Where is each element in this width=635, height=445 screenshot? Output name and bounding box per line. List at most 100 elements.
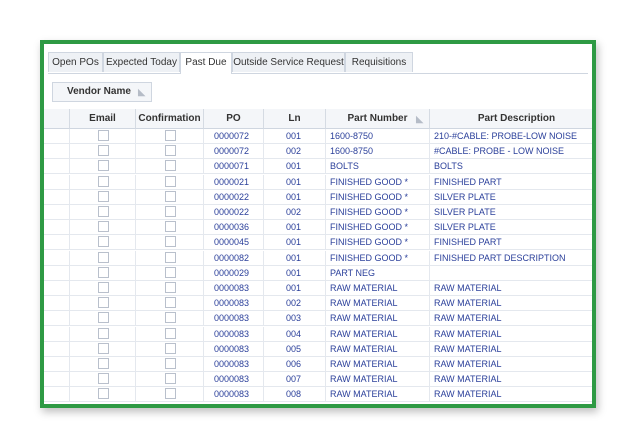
email-checkbox[interactable] <box>97 282 109 293</box>
tab-outside-service-request[interactable]: Outside Service Request <box>232 52 345 72</box>
row-indicator[interactable] <box>44 250 70 266</box>
table-row[interactable]: 0000029 001 PART NEG <box>44 265 592 281</box>
column-header-part-description[interactable]: Part Description <box>430 109 592 129</box>
po-cell[interactable]: 0000083 <box>204 372 264 388</box>
po-cell[interactable]: 0000083 <box>204 326 264 342</box>
row-indicator[interactable] <box>44 144 70 160</box>
po-cell[interactable]: 0000083 <box>204 311 264 327</box>
ln-cell[interactable]: 001 <box>264 174 326 190</box>
email-checkbox[interactable] <box>97 251 109 263</box>
email-checkbox[interactable] <box>97 221 109 233</box>
po-cell[interactable]: 0000072 <box>204 129 264 144</box>
ln-cell[interactable]: 002 <box>264 205 326 220</box>
ln-cell[interactable]: 002 <box>264 296 326 312</box>
confirmation-checkbox[interactable] <box>164 266 176 278</box>
ln-cell[interactable]: 008 <box>264 387 326 403</box>
po-cell[interactable]: 0000083 <box>204 341 264 357</box>
description-cell[interactable]: FINISHED PART <box>430 175 592 190</box>
table-row[interactable]: 0000021 001 FINISHED GOOD * FINISHED PART <box>44 174 592 190</box>
table-row[interactable]: 0000072 002 1600-8750 #CABLE: PROBE - LOW N… <box>44 144 592 160</box>
confirmation-checkbox[interactable] <box>164 221 176 233</box>
confirmation-checkbox[interactable] <box>164 236 176 248</box>
ln-cell[interactable]: 002 <box>264 144 326 160</box>
vendor-name-group-chip[interactable]: Vendor Name ◣ <box>52 82 152 102</box>
email-checkbox[interactable] <box>97 312 109 324</box>
column-header-confirmation[interactable]: Confirmation <box>136 109 204 129</box>
email-checkbox[interactable] <box>97 145 109 157</box>
row-indicator[interactable] <box>44 372 70 388</box>
part-number-cell[interactable]: 1600-8750 <box>326 129 430 144</box>
description-cell[interactable]: RAW MATERIAL <box>430 281 592 296</box>
ln-cell[interactable]: 001 <box>264 265 326 281</box>
email-checkbox[interactable] <box>97 342 109 354</box>
description-cell[interactable]: RAW MATERIAL <box>430 387 592 402</box>
po-cell[interactable]: 0000036 <box>204 220 264 236</box>
description-cell[interactable]: SILVER PLATE <box>430 205 592 220</box>
part-number-cell[interactable]: FINISHED GOOD * <box>326 189 430 205</box>
row-indicator[interactable] <box>44 296 70 312</box>
ln-cell[interactable]: 001 <box>264 235 326 251</box>
confirmation-checkbox[interactable] <box>164 145 176 157</box>
confirmation-checkbox[interactable] <box>164 358 176 369</box>
confirmation-checkbox[interactable] <box>164 190 176 202</box>
description-cell[interactable]: BOLTS <box>430 159 592 174</box>
row-indicator[interactable] <box>44 174 70 190</box>
table-row[interactable]: 0000083 008 RAW MATERIAL RAW MATERIAL <box>44 387 592 403</box>
confirmation-checkbox[interactable] <box>164 312 176 324</box>
email-checkbox[interactable] <box>97 160 109 172</box>
description-cell[interactable]: RAW MATERIAL <box>430 342 592 357</box>
po-cell[interactable]: 0000045 <box>204 235 264 251</box>
part-number-cell[interactable]: RAW MATERIAL <box>326 387 430 403</box>
row-indicator[interactable] <box>44 281 70 296</box>
part-number-cell[interactable]: RAW MATERIAL <box>326 311 430 327</box>
table-row[interactable]: 0000083 006 RAW MATERIAL RAW MATERIAL <box>44 357 592 372</box>
email-checkbox[interactable] <box>97 373 109 385</box>
table-row[interactable]: 0000083 002 RAW MATERIAL RAW MATERIAL <box>44 296 592 312</box>
part-number-cell[interactable]: FINISHED GOOD * <box>326 205 430 220</box>
po-cell[interactable]: 0000083 <box>204 387 264 403</box>
email-checkbox[interactable] <box>97 190 109 202</box>
table-row[interactable]: 0000072 001 1600-8750 210-#CABLE: PROBE-LOW… <box>44 129 592 144</box>
confirmation-checkbox[interactable] <box>164 175 176 187</box>
tab-past-due[interactable]: Past Due <box>180 52 232 74</box>
email-checkbox[interactable] <box>97 236 109 248</box>
part-number-cell[interactable]: PART NEG <box>326 265 430 281</box>
po-cell[interactable]: 0000071 <box>204 159 264 175</box>
table-row[interactable]: 0000036 001 FINISHED GOOD * SILVER PLATE <box>44 220 592 236</box>
tab-requisitions[interactable]: Requisitions <box>345 52 413 72</box>
description-cell[interactable]: RAW MATERIAL <box>430 372 592 387</box>
ln-cell[interactable]: 001 <box>264 220 326 236</box>
row-indicator[interactable] <box>44 189 70 205</box>
ln-cell[interactable]: 003 <box>264 311 326 327</box>
confirmation-checkbox[interactable] <box>164 297 176 309</box>
row-indicator[interactable] <box>44 387 70 403</box>
ln-cell[interactable]: 001 <box>264 159 326 175</box>
email-checkbox[interactable] <box>97 327 109 339</box>
row-indicator[interactable] <box>44 341 70 357</box>
column-header-email[interactable]: Email <box>70 109 136 129</box>
ln-cell[interactable]: 007 <box>264 372 326 388</box>
confirmation-checkbox[interactable] <box>164 388 176 400</box>
description-cell[interactable]: 210-#CABLE: PROBE-LOW NOISE <box>430 129 592 144</box>
description-cell[interactable]: SILVER PLATE <box>430 220 592 235</box>
row-indicator[interactable] <box>44 311 70 327</box>
part-number-cell[interactable]: RAW MATERIAL <box>326 357 430 372</box>
ln-cell[interactable]: 001 <box>264 281 326 296</box>
email-checkbox[interactable] <box>97 388 109 400</box>
row-indicator[interactable] <box>44 205 70 220</box>
part-number-cell[interactable]: RAW MATERIAL <box>326 296 430 312</box>
table-row[interactable]: 0000083 007 RAW MATERIAL RAW MATERIAL <box>44 372 592 388</box>
tab-expected-today[interactable]: Expected Today <box>103 52 180 72</box>
po-cell[interactable]: 0000083 <box>204 281 264 296</box>
table-row[interactable]: 0000082 001 FINISHED GOOD * FINISHED PART D… <box>44 250 592 266</box>
email-checkbox[interactable] <box>97 358 109 369</box>
table-row[interactable]: 0000045 001 FINISHED GOOD * FINISHED PART <box>44 235 592 251</box>
description-cell[interactable]: #CABLE: PROBE - LOW NOISE <box>430 144 592 159</box>
column-header-ln[interactable]: Ln <box>264 109 326 129</box>
part-number-cell[interactable]: FINISHED GOOD * <box>326 220 430 236</box>
part-number-cell[interactable]: FINISHED GOOD * <box>326 235 430 251</box>
part-number-cell[interactable]: FINISHED GOOD * <box>326 174 430 190</box>
description-cell[interactable]: RAW MATERIAL <box>430 311 592 326</box>
row-indicator[interactable] <box>44 326 70 342</box>
column-header-po[interactable]: PO <box>204 109 264 129</box>
